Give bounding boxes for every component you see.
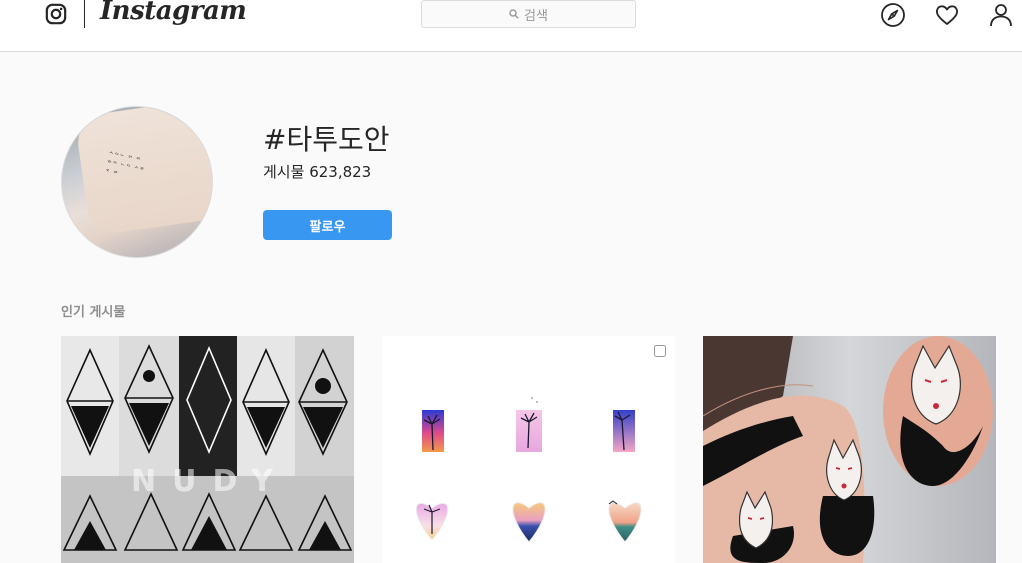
post-1-watermark: NUDY <box>131 464 289 499</box>
instagram-wordmark[interactable]: Instagram <box>100 0 247 26</box>
top-posts-label: 인기 게시물 <box>61 305 126 320</box>
heart-icon[interactable] <box>934 2 960 28</box>
post-thumbnail-3[interactable] <box>703 336 996 563</box>
top-navigation-bar: Instagram 검색 <box>0 0 1022 52</box>
post-count-label: 게시물 <box>263 163 305 181</box>
search-icon <box>509 9 519 19</box>
logo-divider <box>84 0 85 28</box>
search-placeholder: 검색 <box>524 8 548 24</box>
post-2-image <box>382 336 675 563</box>
post-count-value: 623,823 <box>309 163 372 181</box>
explore-compass-icon[interactable] <box>880 2 906 28</box>
multiple-photos-icon <box>654 345 666 357</box>
follow-button[interactable]: 팔로우 <box>263 210 392 240</box>
post-count: 게시물 623,823 <box>263 161 371 182</box>
hashtag-avatar: ᄉᄋᄂ ᄆᄀ ᄃᄅ ᄒᄌ ᄂᄋ ᄉᄒ ᄀᄃ ᄋᄅ <box>61 106 213 258</box>
profile-icon[interactable] <box>988 2 1014 28</box>
post-1-image <box>61 336 354 563</box>
post-thumbnail-1[interactable]: NUDY <box>61 336 354 563</box>
search-input[interactable]: 검색 <box>421 0 636 28</box>
post-thumbnail-2[interactable] <box>382 336 675 563</box>
instagram-glyph-icon[interactable] <box>45 3 67 25</box>
post-3-image <box>703 336 996 563</box>
hashtag-title: #타투도안 <box>263 123 390 156</box>
